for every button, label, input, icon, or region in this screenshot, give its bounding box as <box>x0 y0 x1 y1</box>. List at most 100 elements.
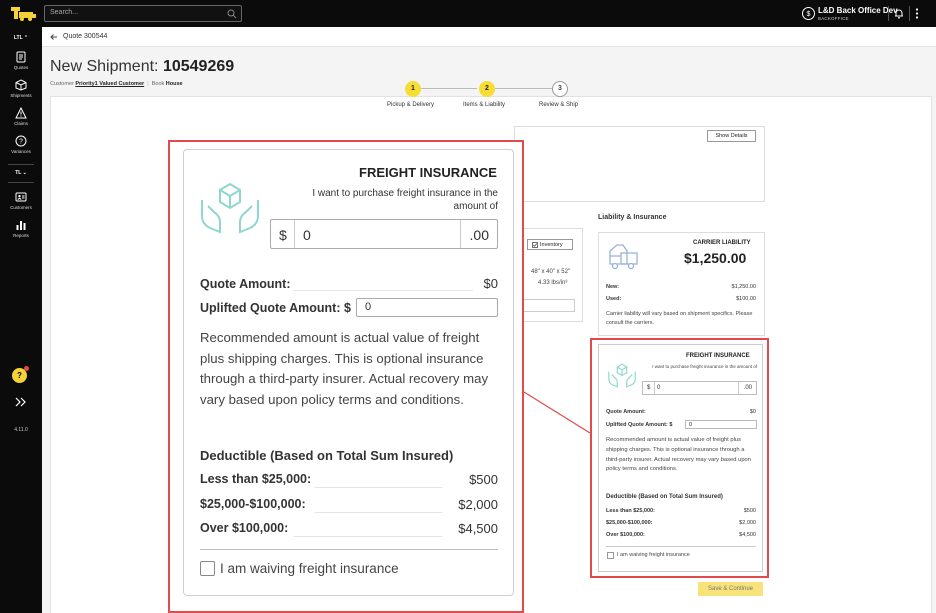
deductible-label: $25,000-$100,000: <box>200 497 306 511</box>
box-in-hands-icon <box>608 363 636 388</box>
save-continue-button[interactable]: Save & Continue <box>698 582 763 596</box>
top-bar: Search... $ L&D Back Office Dev BACKOFFI… <box>0 0 936 27</box>
deductible-value-small: $500 <box>743 508 756 514</box>
uplifted-quote-label: Uplifted Quote Amount: $ <box>200 301 351 315</box>
carrier-new-value: $1,250.00 <box>731 284 756 290</box>
step-1-label: Pickup & Delivery <box>387 102 435 108</box>
search-icon[interactable] <box>227 9 237 19</box>
sidebar-item-label: Claims <box>14 121 28 126</box>
expand-sidebar-icon[interactable] <box>14 396 28 408</box>
step-2-label: Items & Liability <box>463 102 506 108</box>
deductible-label-small: $25,000-$100,000: <box>606 520 653 526</box>
kebab-menu-icon[interactable] <box>915 8 919 19</box>
svg-text:?: ? <box>19 139 23 146</box>
item-input[interactable] <box>522 299 575 312</box>
divider <box>460 220 461 248</box>
divider <box>654 382 655 394</box>
breadcrumb-link[interactable]: Quote 300544 <box>63 33 107 40</box>
carrier-liability-title: CARRIER LIABILITY <box>693 240 751 246</box>
sidebar-item-reports[interactable]: Reports <box>0 219 42 245</box>
customer-link[interactable]: Priority1 Valued Customer <box>75 81 144 87</box>
inventory-button[interactable]: Inventory <box>527 239 573 250</box>
currency-symbol: $ <box>279 227 287 243</box>
cents-suffix: .00 <box>469 227 489 243</box>
reports-icon <box>16 221 26 230</box>
show-details-button[interactable]: Show Details <box>707 130 756 142</box>
sidebar-item-label: Shipments <box>10 93 32 98</box>
sidebar-item-shipments[interactable]: Shipments <box>0 79 42 105</box>
search-input[interactable]: Search... <box>44 5 242 22</box>
sidebar-section-ltl[interactable]: LTL ⌃ <box>0 35 42 41</box>
quote-amount-label: Quote Amount: <box>200 277 291 291</box>
company-logo[interactable] <box>11 6 37 21</box>
deductible-value: $4,500 <box>458 521 498 536</box>
waive-insurance-checkbox[interactable] <box>200 561 215 576</box>
uplifted-input-small[interactable]: 0 <box>685 420 757 429</box>
deductible-value: $2,000 <box>458 497 498 512</box>
sidebar-item-claims[interactable]: Claims <box>0 107 42 133</box>
deductible-heading-small: Deductible (Based on Total Sum Insured) <box>606 494 723 500</box>
divider <box>738 382 739 394</box>
insurance-title: FREIGHT INSURANCE <box>359 165 497 180</box>
leader-line <box>315 487 443 488</box>
user-icon: $ <box>802 7 815 20</box>
page-meta: Customer Priority1 Valued Customer | Boo… <box>50 81 183 87</box>
box-in-hands-icon <box>201 182 259 234</box>
sidebar-item-quotes[interactable]: Quotes <box>0 51 42 77</box>
step-3-label: Review & Ship <box>539 102 579 108</box>
divider <box>8 164 34 165</box>
insurance-subtitle: I want to purchase freight insurance in … <box>312 188 498 212</box>
divider <box>888 6 889 21</box>
waive-checkbox-small[interactable] <box>607 552 614 559</box>
deductible-value-small: $2,000 <box>739 520 756 526</box>
sidebar-item-customers[interactable]: Customers <box>0 191 42 217</box>
sidebar-item-variances[interactable]: ? Variances <box>0 135 42 161</box>
quote-amount-label-small: Quote Amount: <box>606 409 646 415</box>
waive-label-small: I am waiving freight insurance <box>617 552 690 558</box>
quotes-icon <box>16 51 26 63</box>
deductible-label-small: Less than $25,000: <box>606 508 655 514</box>
currency-symbol: $ <box>647 385 651 391</box>
quote-amount-value-small: $0 <box>749 409 756 415</box>
sidebar-item-label: Reports <box>13 233 29 238</box>
sidebar-item-label: Variances <box>11 149 31 154</box>
divider <box>200 549 498 550</box>
breadcrumb: Quote 300544 <box>42 27 936 47</box>
amount-value: 0 <box>657 385 661 391</box>
carrier-used-value: $100.00 <box>736 296 756 302</box>
insurance-amount-input-small[interactable]: $ 0 .00 <box>642 381 757 395</box>
app-version: 4.11.0 <box>14 427 28 433</box>
carrier-new-label: New: <box>606 284 620 290</box>
divider <box>909 6 910 21</box>
insurance-note: Recommended amount is actual value of fr… <box>200 330 489 407</box>
back-arrow-icon[interactable] <box>50 33 58 41</box>
stepper-line <box>421 88 477 89</box>
user-role: BACKOFFICE <box>818 16 849 21</box>
step-3-indicator[interactable]: 3 <box>552 81 568 97</box>
divider <box>294 220 295 248</box>
waive-insurance-label: I am waiving freight insurance <box>220 561 399 576</box>
notification-dot <box>24 366 29 371</box>
leader-line <box>315 512 443 513</box>
sidebar-section-tl[interactable]: TL ⌄ <box>0 170 42 176</box>
insurance-subtitle-small: I want to purchase freight insurance in … <box>652 364 757 369</box>
liability-heading: Liability & Insurance <box>598 214 667 221</box>
deductible-label-small: Over $100,000: <box>606 532 645 538</box>
shipments-icon <box>15 79 27 91</box>
leader-line <box>293 536 443 537</box>
sidebar: LTL ⌃ Quotes Shipments Claims ? Variance… <box>0 27 42 613</box>
divider <box>606 546 756 547</box>
step-2-indicator[interactable]: 2 <box>479 81 495 97</box>
stepper-line <box>495 88 552 89</box>
deductible-heading: Deductible (Based on Total Sum Insured) <box>200 448 454 463</box>
divider <box>8 182 34 183</box>
bell-icon[interactable] <box>894 8 904 19</box>
step-1-indicator[interactable]: 1 <box>405 81 421 97</box>
search-placeholder: Search... <box>50 9 79 16</box>
deductible-value: $500 <box>469 472 498 487</box>
uplifted-label-small: Uplifted Quote Amount: $ <box>606 422 673 428</box>
variances-icon: ? <box>15 135 27 147</box>
insurance-amount-input[interactable]: $ 0 .00 <box>270 219 498 249</box>
uplifted-quote-input[interactable]: 0 <box>356 298 498 317</box>
carrier-used-label: Used: <box>606 296 622 302</box>
